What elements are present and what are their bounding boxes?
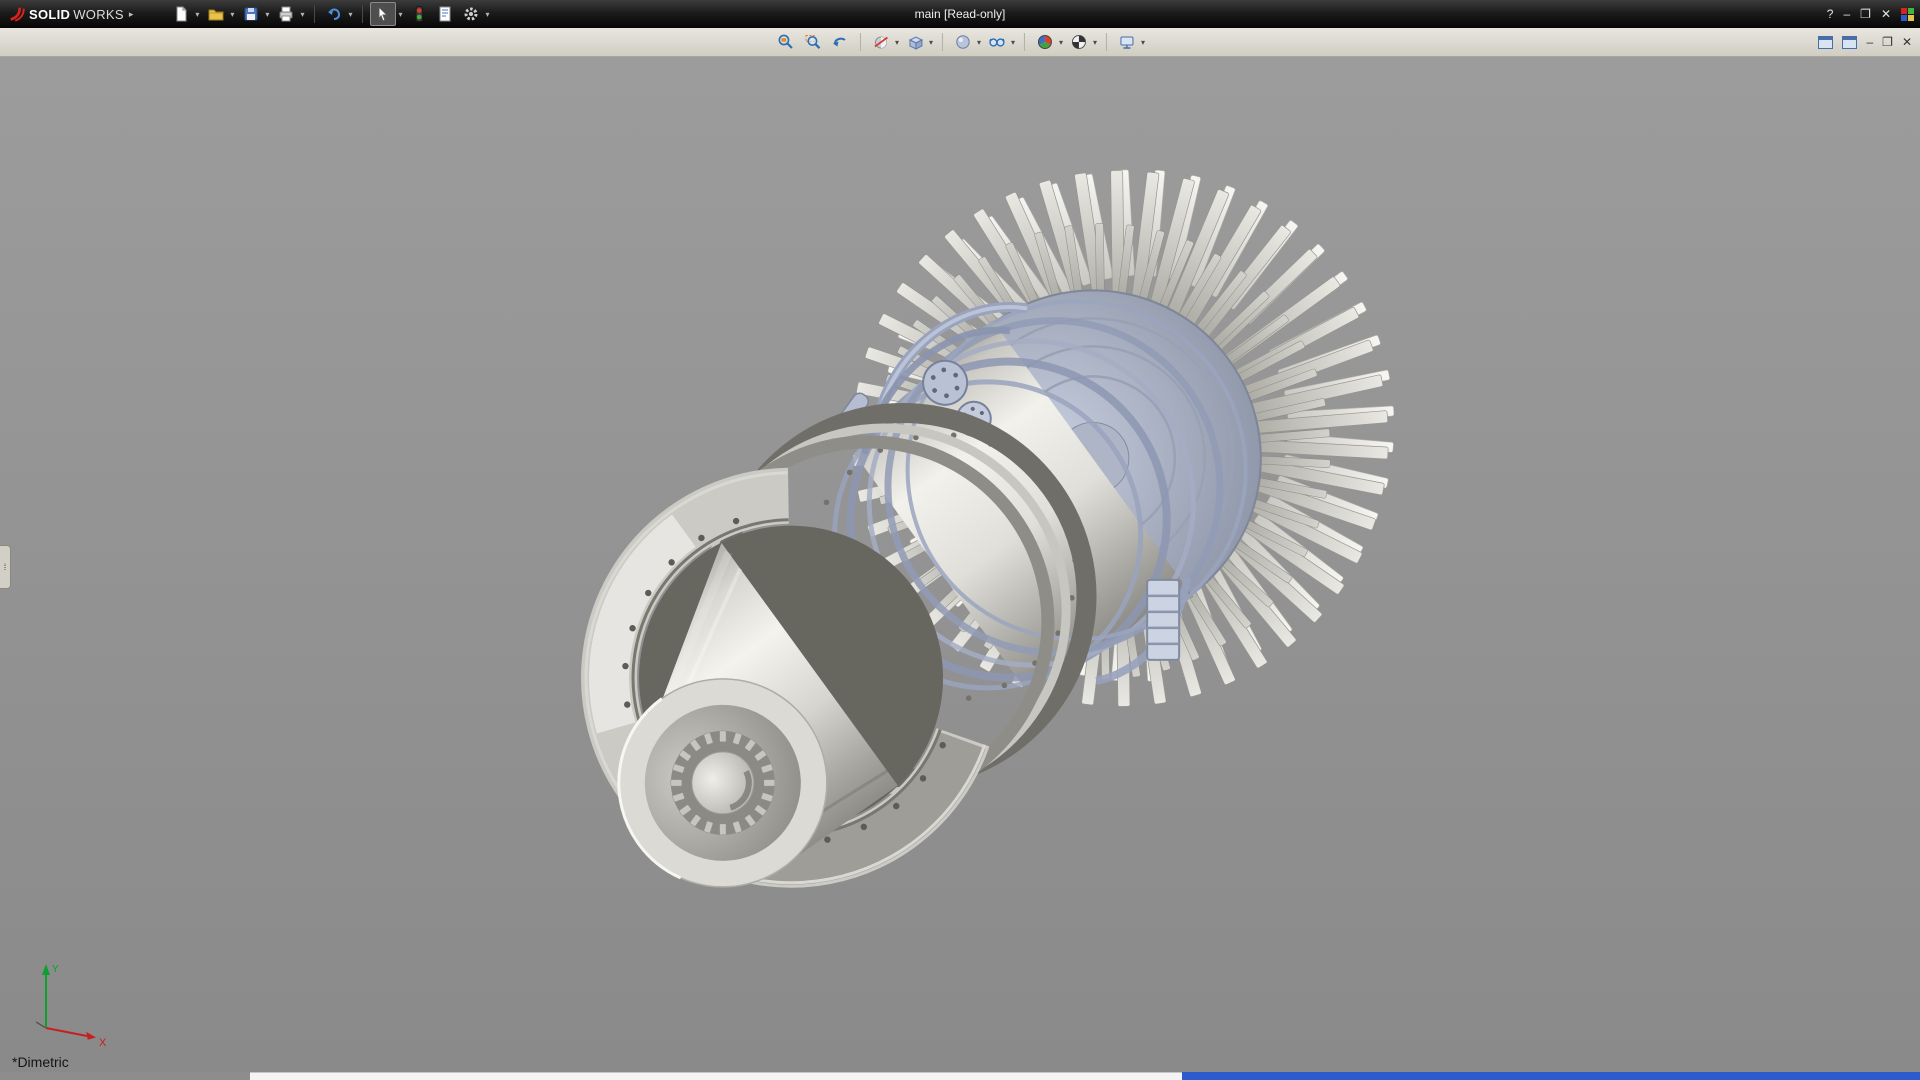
dropdown-arrow-icon[interactable]: ▾ [230,10,234,19]
triad-x-label: X [99,1037,107,1049]
document-window-controls: – ❐ ✕ [1818,28,1912,56]
triad-y-label: Y [52,964,59,975]
hide-show-glasses-icon [988,33,1006,51]
ribbed-bracket [1147,580,1179,660]
open-button[interactable] [204,3,228,25]
toolbar-separator [942,33,943,51]
dropdown-arrow-icon[interactable]: ▾ [1093,38,1097,47]
heads-up-toolbar-row: ▾ ▾ ▾ ▾ [0,28,1920,57]
edit-appearance-ball-icon [1036,33,1054,51]
display-style-icon [954,33,972,51]
dropdown-arrow-icon[interactable]: ▾ [895,38,899,47]
close-button[interactable]: ✕ [1881,0,1891,28]
status-segment-right [1182,1072,1920,1080]
restore-button[interactable]: ❐ [1860,0,1871,28]
heads-up-view-toolbar: ▾ ▾ ▾ ▾ [775,28,1145,56]
dropdown-arrow-icon[interactable]: ▾ [977,38,981,47]
dropdown-arrow-icon[interactable]: ▾ [485,10,489,19]
solidworks-logo: SOLIDWORKS ▸ [0,5,143,23]
edit-appearance-button[interactable] [1034,31,1056,53]
toolbar-separator [860,33,861,51]
help-button[interactable]: ? [1827,0,1834,28]
viewport-3d-scene[interactable] [0,57,1920,1072]
solidworks-logo-icon [8,5,26,23]
zoom-to-fit-button[interactable] [775,31,797,53]
file-properties-button[interactable] [433,3,457,25]
section-view-button[interactable] [870,31,892,53]
window-controls: ? – ❐ ✕ [1827,0,1914,28]
dropdown-arrow-icon[interactable]: ▾ [348,10,352,19]
display-style-button[interactable] [952,31,974,53]
save-button[interactable] [239,3,263,25]
print-button[interactable] [274,3,298,25]
doc-tile-left-button[interactable] [1818,36,1833,49]
zoom-to-area-button[interactable] [802,31,824,53]
options-gear-icon [462,5,480,23]
view-orientation-cube-icon [906,33,924,51]
brand-text-bold: SOLID [29,7,70,22]
window-title: main [Read-only] [915,0,1006,28]
previous-view-icon [831,33,849,51]
rebuild-traffic-light-icon [411,5,427,23]
brand-arrow-icon[interactable]: ▸ [129,9,134,20]
apply-scene-checkered-icon [1070,33,1088,51]
previous-view-button[interactable] [829,31,851,53]
doc-tile-right-button[interactable] [1842,36,1857,49]
select-tool-button[interactable] [370,2,396,26]
dropdown-arrow-icon[interactable]: ▾ [195,10,199,19]
section-view-icon [872,33,890,51]
zoom-to-area-icon [804,33,822,51]
toolbar-separator [1106,33,1107,51]
titlebar-corner-icon [1901,8,1914,21]
view-settings-icon [1118,33,1136,51]
dropdown-arrow-icon[interactable]: ▾ [1011,38,1015,47]
graphics-viewport[interactable]: Y X *Dimetric ⁞ [0,57,1920,1072]
dropdown-arrow-icon[interactable]: ▾ [300,10,304,19]
print-icon [277,5,295,23]
brand-text-light: WORKS [73,7,124,22]
orientation-triad: Y X [16,956,116,1056]
new-document-icon [172,5,190,23]
hide-show-items-button[interactable] [986,31,1008,53]
dropdown-arrow-icon[interactable]: ▾ [929,38,933,47]
undo-button[interactable] [322,3,346,25]
undo-icon [325,5,343,23]
jet-engine-model [455,58,1503,1024]
titlebar[interactable]: SOLIDWORKS ▸ ▾ ▾ ▾ [0,0,1920,28]
dropdown-arrow-icon[interactable]: ▾ [265,10,269,19]
toolbar-separator [362,5,363,23]
file-properties-icon [436,5,454,23]
rebuild-button[interactable] [407,3,431,25]
view-orientation-button[interactable] [904,31,926,53]
standard-toolbar: ▾ ▾ ▾ ▾ ▾ [169,2,492,26]
dropdown-arrow-icon[interactable]: ▾ [398,10,402,19]
doc-restore-button[interactable]: ❐ [1882,28,1893,56]
dropdown-arrow-icon[interactable]: ▾ [1059,38,1063,47]
view-orientation-label: *Dimetric [12,1054,69,1070]
apply-scene-button[interactable] [1068,31,1090,53]
new-document-button[interactable] [169,3,193,25]
select-cursor-icon [375,6,391,22]
minimize-button[interactable]: – [1843,0,1850,28]
toolbar-separator [314,5,315,23]
options-button[interactable] [459,3,483,25]
save-floppy-icon [242,5,260,23]
toolbar-separator [1024,33,1025,51]
status-segment-left [0,1072,250,1080]
status-segment-middle [250,1072,1182,1080]
zoom-to-fit-icon [777,33,795,51]
feature-manager-collapse-tab[interactable]: ⁞ [0,545,11,589]
doc-close-button[interactable]: ✕ [1902,28,1912,56]
view-settings-button[interactable] [1116,31,1138,53]
open-folder-icon [207,5,225,23]
status-bar [0,1072,1920,1080]
doc-minimize-button[interactable]: – [1866,28,1873,56]
dropdown-arrow-icon[interactable]: ▾ [1141,38,1145,47]
